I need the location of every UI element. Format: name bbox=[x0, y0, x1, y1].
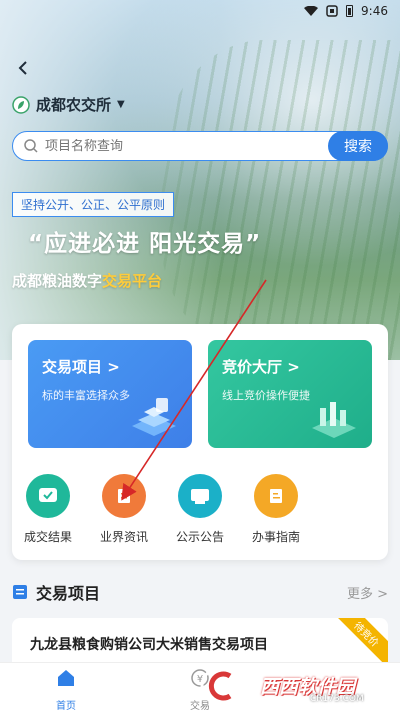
status-time: 9:46 bbox=[361, 4, 388, 18]
slogan-text: “应进必进 阳光交易” bbox=[28, 231, 262, 257]
chevron-left-icon bbox=[18, 61, 27, 75]
platform-subtitle: 成都粮油数字交易平台 bbox=[12, 270, 162, 291]
quick-link-label: 成交结果 bbox=[23, 530, 72, 544]
quick-link-label: 公示公告 bbox=[175, 530, 224, 544]
caret-down-icon: ▼ bbox=[117, 99, 125, 110]
tab-label: 首页 bbox=[56, 701, 76, 711]
quick-link-deal-results[interactable]: 成交结果 bbox=[18, 474, 78, 545]
quick-link-label: 业界资讯 bbox=[99, 530, 148, 544]
quick-link-industry-news[interactable]: 业界资讯 bbox=[94, 474, 154, 545]
quick-link-announcements[interactable]: 公示公告 bbox=[170, 474, 230, 545]
announcements-icon bbox=[178, 474, 222, 518]
section-title: 交易项目 bbox=[36, 584, 101, 603]
search-input[interactable] bbox=[39, 138, 328, 154]
server-stack-illustration-icon bbox=[132, 398, 176, 436]
watermark-logo-icon bbox=[200, 666, 240, 706]
feature-title: 交易项目 > bbox=[42, 358, 120, 376]
status-badge: 待竞价 bbox=[334, 618, 388, 667]
site-watermark: 西西软件园 CR173.COM bbox=[190, 664, 390, 708]
hero-banner bbox=[0, 0, 400, 360]
battery-icon bbox=[346, 5, 354, 17]
trading-projects-tile[interactable]: 交易项目 > 标的丰富选择众多 bbox=[28, 340, 192, 448]
quick-link-label: 办事指南 bbox=[251, 530, 300, 544]
status-icons: 9:46 bbox=[304, 4, 388, 18]
list-icon bbox=[13, 585, 27, 599]
project-title: 九龙县粮食购销公司大米销售交易项目 bbox=[30, 637, 268, 653]
bidding-hall-tile[interactable]: 竞价大厅 > 线上竞价操作便捷 bbox=[208, 340, 372, 448]
watermark-url: CR173.COM bbox=[310, 694, 364, 704]
notification-icon bbox=[326, 5, 338, 17]
services-card: 交易项目 > 标的丰富选择众多 竞价大厅 > 线上竞价操作便捷 成交结果 业界资… bbox=[12, 324, 388, 560]
home-icon bbox=[58, 670, 74, 686]
subtitle-highlight: 交易平台 bbox=[102, 272, 163, 290]
search-button[interactable]: 搜索 bbox=[328, 131, 388, 161]
search-bar: 搜索 bbox=[12, 131, 388, 161]
industry-news-icon bbox=[102, 474, 146, 518]
more-link[interactable]: 更多 > bbox=[347, 583, 388, 602]
service-guide-icon bbox=[254, 474, 298, 518]
feature-title: 竞价大厅 > bbox=[222, 358, 300, 376]
status-bar: 9:46 bbox=[0, 0, 400, 24]
trading-projects-section-header: 交易项目 更多 > bbox=[12, 580, 388, 604]
bidding-illustration-icon bbox=[312, 402, 356, 438]
leaf-logo-icon bbox=[12, 95, 30, 114]
deal-results-icon bbox=[26, 474, 70, 518]
wifi-icon bbox=[304, 6, 319, 16]
quick-link-service-guide[interactable]: 办事指南 bbox=[246, 474, 306, 545]
tab-home[interactable]: 首页 bbox=[26, 667, 106, 711]
subtitle-prefix: 成都粮油数字 bbox=[12, 272, 103, 290]
principle-tag: 坚持公开、公正、公平原则 bbox=[12, 192, 175, 217]
search-icon bbox=[24, 139, 38, 153]
back-button[interactable] bbox=[10, 55, 36, 81]
location-label: 成都农交所 bbox=[36, 96, 112, 114]
location-selector[interactable]: 成都农交所 ▼ bbox=[12, 94, 125, 115]
